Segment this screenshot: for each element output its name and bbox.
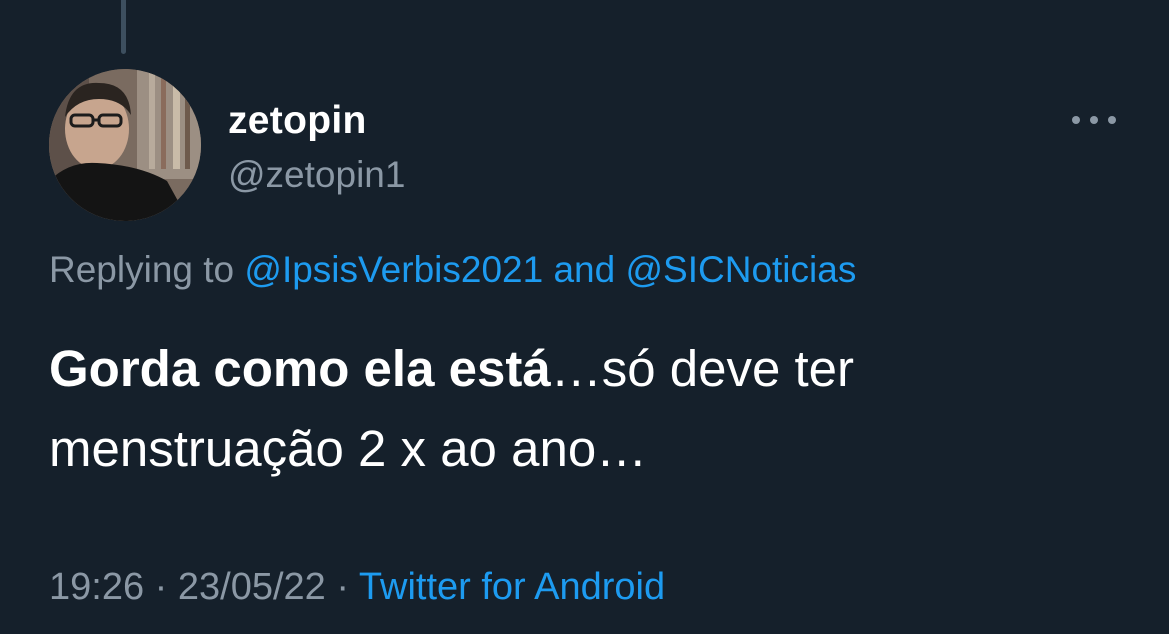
replying-conjunction[interactable]: and (553, 249, 615, 290)
tweet-time[interactable]: 19:26 (49, 566, 144, 608)
meta-separator: · (154, 566, 168, 608)
avatar-photo (49, 69, 201, 221)
mention-link-sicnoticias[interactable]: @SICNoticias (625, 249, 856, 290)
thread-connector-line (121, 0, 126, 54)
user-handle[interactable]: @zetopin1 (228, 151, 405, 199)
mention-link-ipsisverbis[interactable]: @IpsisVerbis2021 (244, 249, 543, 290)
dot (1072, 116, 1080, 124)
avatar[interactable] (49, 69, 201, 221)
tweet-text-line2: menstruação 2 x ao ano… (49, 420, 648, 477)
dot (1090, 116, 1098, 124)
dot (1108, 116, 1116, 124)
more-horizontal-icon[interactable] (1070, 106, 1118, 134)
tweet-date[interactable]: 23/05/22 (178, 566, 326, 608)
tweet-source-link[interactable]: Twitter for Android (359, 566, 665, 608)
tweet-text: Gorda como ela está…só deve ter menstrua… (49, 329, 1129, 489)
tweet-text-rest: …só deve ter (550, 340, 854, 397)
replying-prefix: Replying to (49, 249, 235, 290)
tweet-meta: 19:26 · 23/05/22 · Twitter for Android (49, 562, 665, 612)
tweet-text-bold: Gorda como ela está (49, 340, 551, 397)
replying-to-line: Replying to @IpsisVerbis2021 and @SICNot… (49, 246, 856, 294)
meta-separator: · (336, 566, 350, 608)
display-name[interactable]: zetopin (228, 98, 405, 144)
tweet-author[interactable]: zetopin @zetopin1 (228, 98, 405, 199)
